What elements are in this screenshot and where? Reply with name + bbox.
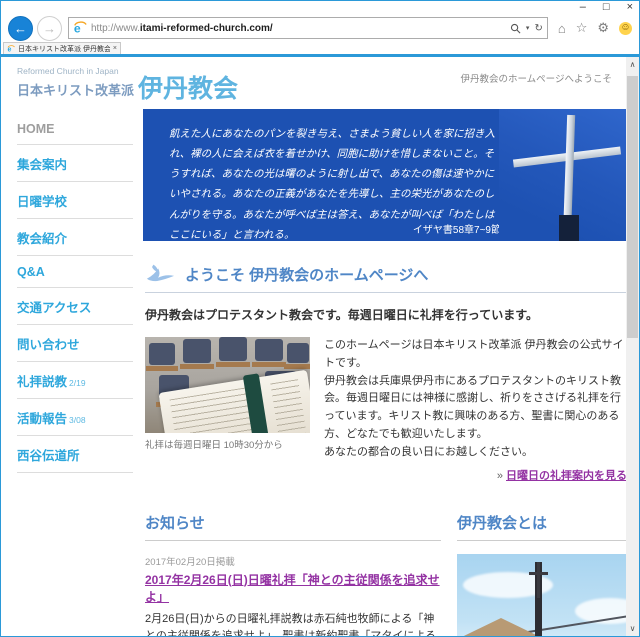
browser-tab[interactable]: e 日本キリスト改革派 伊丹教会... ×	[3, 42, 121, 54]
maximize-button[interactable]: □	[603, 1, 610, 14]
church-roof	[457, 618, 563, 637]
scrollbar[interactable]: ∧ ∨	[626, 57, 639, 636]
browser-window: – □ × ← → e http://www.itami-reformed-ch…	[0, 0, 640, 637]
chair-shape	[255, 339, 283, 361]
search-icon[interactable]	[510, 23, 521, 34]
logo-denomination: 日本キリスト改革派	[17, 83, 134, 98]
site-header: Reformed Church in Japan 日本キリスト改革派伊丹教会 伊…	[1, 57, 626, 109]
sidebar-item-church-intro[interactable]: 教会紹介	[17, 219, 133, 256]
header-welcome-text: 伊丹教会のホームページへようこそ	[460, 71, 612, 85]
chair-shape	[287, 343, 309, 363]
bible-text-lines	[170, 387, 257, 433]
tab-title: 日本キリスト改革派 伊丹教会...	[18, 44, 110, 54]
rooftop-cross	[537, 562, 540, 598]
ie-tab-icon: e	[7, 45, 15, 53]
bible-photo	[145, 337, 310, 433]
close-button[interactable]: ×	[627, 1, 633, 14]
bible-verse-reference: イザヤ書58章7~9節	[169, 221, 501, 236]
address-bar[interactable]: e http://www.itami-reformed-church.com/ …	[68, 17, 548, 39]
welcome-heading: ようこそ 伊丹教会のホームページへ	[185, 264, 428, 285]
cross-photo	[499, 109, 627, 241]
about-section: 伊丹教会とは	[457, 512, 627, 637]
window-titlebar: – □ ×	[1, 1, 639, 14]
feedback-smiley-icon[interactable]: ☺	[619, 22, 632, 35]
sidebar-item-sermons-date: 2/19	[69, 378, 86, 388]
url-text: http://www.itami-reformed-church.com/	[91, 23, 510, 34]
site-logo[interactable]: Reformed Church in Japan 日本キリスト改革派伊丹教会	[17, 67, 238, 102]
tab-close-icon[interactable]: ×	[113, 45, 117, 52]
scroll-down-icon[interactable]: ∨	[630, 621, 636, 636]
sidebar-item-meetings[interactable]: 集会案内	[17, 145, 133, 182]
intro-bold-text: 伊丹教会はプロテスタント教会です。毎週日曜日に礼拝を行っています。	[145, 306, 627, 323]
minimize-button[interactable]: –	[580, 1, 586, 14]
sidebar-item-home[interactable]: HOME	[17, 113, 133, 145]
main-content: 飢えた人にあなたのパンを裂き与え、さまよう貧しい人を家に招き入れ、裸の人に会えば…	[143, 109, 633, 636]
ie-icon: e	[73, 21, 87, 35]
news-section: お知らせ 2017年02月20日掲載 2017年2月26日(日)日曜礼拝「神との…	[145, 512, 441, 637]
refresh-icon[interactable]: ↻	[534, 23, 542, 34]
chair-shape	[219, 337, 247, 361]
news-item-link[interactable]: 2017年2月26日(日)日曜礼拝「神との主従関係を追求せよ」	[145, 571, 441, 605]
sidebar-item-sunday-school[interactable]: 日曜学校	[17, 182, 133, 219]
news-heading: お知らせ	[145, 512, 441, 541]
sidebar-item-qa[interactable]: Q&A	[17, 256, 133, 288]
welcome-body-line1: このホームページは日本キリスト改革派 伊丹教会の公式サイトです。	[324, 337, 627, 373]
cross-base	[559, 215, 579, 241]
link-arrow-icon: »	[497, 470, 503, 482]
forward-button[interactable]: →	[37, 16, 62, 41]
worship-guide-link[interactable]: 日曜日の礼拝案内を見る	[506, 470, 627, 482]
page-viewport: ∧ ∨ Reformed Church in Japan 日本キリスト改革派伊丹…	[1, 57, 639, 636]
sidebar-item-sermons[interactable]: 礼拝説教2/19	[17, 362, 133, 399]
sidebar-item-contact[interactable]: 問い合わせ	[17, 325, 133, 362]
favorites-star-icon[interactable]: ☆	[576, 20, 588, 36]
church-building-photo	[457, 554, 627, 637]
scrollbar-thumb[interactable]	[627, 76, 638, 338]
verse-banner: 飢えた人にあなたのパンを裂き与え、さまよう貧しい人を家に招き入れ、裸の人に会えば…	[143, 109, 627, 241]
welcome-body: このホームページは日本キリスト改革派 伊丹教会の公式サイトです。 伊丹教会は兵庫…	[324, 337, 627, 486]
welcome-section-header: ようこそ 伊丹教会のホームページへ	[145, 263, 627, 293]
sidebar-item-activity-date: 3/08	[69, 415, 86, 425]
sidebar-nav: HOME 集会案内 日曜学校 教会紹介 Q&A 交通アクセス 問い合わせ 礼拝説…	[1, 109, 143, 473]
bible-text-lines	[270, 379, 306, 433]
about-heading: 伊丹教会とは	[457, 512, 627, 541]
rooftop-cross-bar	[529, 572, 548, 575]
logo-church-name: 伊丹教会	[138, 75, 238, 103]
news-item: 2017年02月20日掲載 2017年2月26日(日)日曜礼拝「神との主従関係を…	[145, 554, 441, 637]
sidebar-item-access[interactable]: 交通アクセス	[17, 288, 133, 325]
tab-bar: e 日本キリスト改革派 伊丹教会... ×	[1, 42, 639, 54]
news-item-date: 2017年02月20日掲載	[145, 554, 441, 568]
welcome-body-line3: あなたの都合の良い日にお越しください。	[324, 444, 627, 462]
back-button[interactable]: ←	[8, 16, 33, 41]
dove-icon	[145, 263, 175, 285]
news-item-body: 2月26日(日)からの日曜礼拝説教は赤石純也牧師による「神との主従関係を追求せよ…	[145, 611, 441, 637]
welcome-body-line2: 伊丹教会は兵庫県伊丹市にあるプロテスタントのキリスト教会。毎週日曜日には神様に感…	[324, 373, 627, 444]
scroll-up-icon[interactable]: ∧	[630, 57, 636, 72]
browser-navbar: ← → e http://www.itami-reformed-church.c…	[1, 14, 639, 42]
home-icon[interactable]: ⌂	[558, 21, 566, 36]
settings-gear-icon[interactable]: ⚙	[597, 20, 609, 36]
chair-shape	[183, 339, 211, 363]
sidebar-item-activity-report[interactable]: 活動報告3/08	[17, 399, 133, 436]
bible-photo-caption: 礼拝は毎週日曜日 10時30分から	[145, 437, 310, 451]
search-dropdown-icon[interactable]: ▾	[526, 24, 530, 32]
sidebar-item-nishitani[interactable]: 西谷伝道所	[17, 436, 133, 473]
chair-shape	[149, 343, 175, 365]
